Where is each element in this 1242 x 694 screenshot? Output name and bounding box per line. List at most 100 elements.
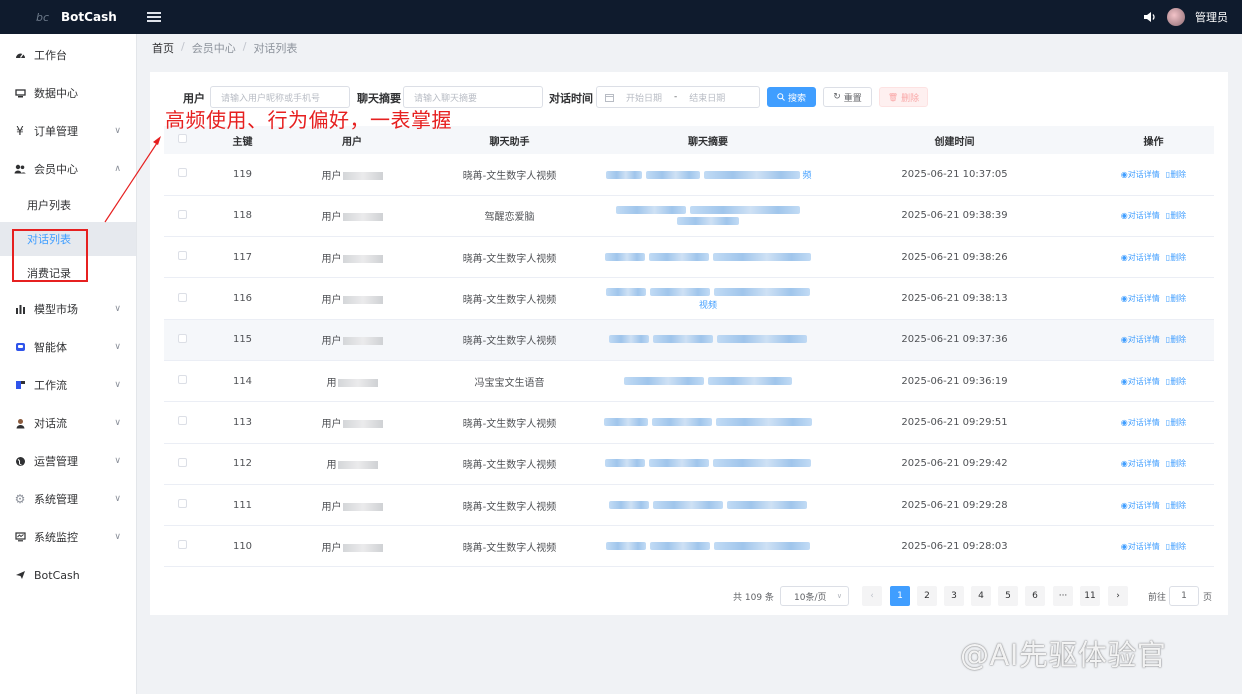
page-ellipsis[interactable]: ··· [1053,586,1073,606]
row-checkbox[interactable] [177,168,187,178]
delete-link[interactable]: ▯删除 [1166,335,1186,344]
chat-detail-link[interactable]: ◉对话详情 [1121,459,1160,468]
sidebar-subitem-user-list[interactable]: 用户列表 [0,188,136,222]
row-checkbox[interactable] [177,457,187,467]
chat-detail-link[interactable]: ◉对话详情 [1121,294,1160,303]
redacted-text [342,171,383,180]
page-button[interactable]: 5 [998,586,1018,606]
prev-page-button[interactable]: ‹ [862,586,882,606]
redacted-text [649,252,709,261]
select-cell[interactable] [164,401,200,444]
delete-link[interactable]: ▯删除 [1166,501,1186,510]
reset-button[interactable]: ↻ 重置 [823,87,872,107]
select-cell[interactable] [164,484,200,527]
chevron-down-icon: ∨ [114,418,121,428]
breadcrumb-home[interactable]: 首页 [152,40,174,56]
user-name[interactable]: 管理员 [1195,9,1228,25]
delete-link[interactable]: ▯删除 [1166,294,1186,303]
select-cell[interactable] [164,277,200,320]
eye-icon: ◉ [1120,417,1128,427]
row-checkbox[interactable] [177,416,187,426]
next-page-button[interactable]: › [1108,586,1128,606]
delete-link[interactable]: ▯删除 [1166,377,1186,386]
select-cell[interactable] [164,236,200,279]
sidebar-item-operations[interactable]: 运营管理 ∨ [0,442,136,480]
avatar[interactable] [1167,8,1185,26]
table-row[interactable]: 117 用户 晓苒-文生数字人视频 2025-06-21 09:38:26 ◉对话详情 ▯… [164,236,1214,279]
chat-detail-link[interactable]: ◉对话详情 [1121,542,1160,551]
eye-icon: ◉ [1120,294,1128,304]
row-checkbox[interactable] [177,540,187,550]
row-checkbox[interactable] [177,333,187,343]
page-button[interactable]: 1 [890,586,910,606]
sidebar-item-chatflow[interactable]: 对话流 ∨ [0,404,136,442]
delete-link[interactable]: ▯删除 [1166,211,1186,220]
brand[interactable]: bc BotCash [0,10,137,24]
sidebar-item-botcash[interactable]: BotCash [0,556,136,594]
chat-detail-link[interactable]: ◉对话详情 [1121,335,1160,344]
sidebar-item-dashboard[interactable]: 工作台 [0,36,136,74]
menu-toggle-icon[interactable] [147,12,161,22]
sidebar-item-system-management[interactable]: ⚙ 系统管理 ∨ [0,480,136,518]
chat-detail-link[interactable]: ◉对话详情 [1121,501,1160,510]
row-checkbox[interactable] [177,251,187,261]
actions-cell: ◉对话详情 ▯删除 [1093,443,1214,485]
end-date-input[interactable]: 结束日期 [689,91,725,104]
select-cell[interactable] [164,360,200,403]
chat-detail-link[interactable]: ◉对话详情 [1121,253,1160,262]
sidebar-item-data-center[interactable]: 数据中心 [0,74,136,112]
sidebar-item-model-market[interactable]: 模型市场 ∨ [0,290,136,328]
sidebar-item-label: 智能体 [34,341,67,354]
redacted-text [650,287,710,296]
table-row[interactable]: 111 用户 晓苒-文生数字人视频 2025-06-21 09:29:28 ◉对话详情 ▯… [164,484,1214,527]
table-row[interactable]: 110 用户 晓苒-文生数字人视频 2025-06-21 09:28:03 ◉对话详情 ▯… [164,525,1214,568]
redacted-text [342,502,383,511]
breadcrumb-member-center[interactable]: 会员中心 [192,40,236,56]
sidebar-item-orders[interactable]: ¥ 订单管理 ∨ [0,112,136,150]
search-button[interactable]: 搜索 [767,87,816,107]
page-button[interactable]: 2 [917,586,937,606]
goto-page-input[interactable]: 1 [1169,586,1199,606]
page-button[interactable]: 11 [1080,586,1100,606]
select-cell[interactable] [164,443,200,485]
table-row[interactable]: 113 用户 晓苒-文生数字人视频 2025-06-21 09:29:51 ◉对话详情 ▯… [164,401,1214,444]
delete-link[interactable]: ▯删除 [1166,459,1186,468]
delete-link[interactable]: ▯删除 [1166,253,1186,262]
row-checkbox[interactable] [177,209,187,219]
assistant-cell: 晓苒-文生数字人视频 [419,525,600,568]
select-cell[interactable] [164,319,200,361]
select-cell[interactable] [164,525,200,568]
breadcrumb: 首页 / 会员中心 / 对话列表 [152,40,297,56]
chat-detail-link[interactable]: ◉对话详情 [1121,418,1160,427]
table-row[interactable]: 118 用户 驾醒恋爱脑 2025-06-21 09:38:39 ◉对话详情 ▯删除 [164,195,1214,238]
table-row[interactable]: 112 用 晓苒-文生数字人视频 2025-06-21 09:29:42 ◉对话详情 ▯删… [164,443,1214,485]
row-checkbox[interactable] [177,499,187,509]
page-button[interactable]: 3 [944,586,964,606]
table-row[interactable]: 119 用户 晓苒-文生数字人视频频 2025-06-21 10:37:05 ◉对话详情… [164,154,1214,196]
chat-detail-link[interactable]: ◉对话详情 [1121,170,1160,179]
table-row[interactable]: 114 用 冯宝宝文生语音 2025-06-21 09:36:19 ◉对话详情 ▯删除 [164,360,1214,403]
chat-detail-link[interactable]: ◉对话详情 [1121,211,1160,220]
table-row[interactable]: 116 用户 晓苒-文生数字人视频 视频 2025-06-21 09:38:13 ◉对话详… [164,277,1214,320]
row-checkbox[interactable] [177,375,187,385]
start-date-input[interactable]: 开始日期 [626,91,662,104]
row-checkbox[interactable] [177,292,187,302]
batch-delete-button[interactable]: 🗑 删除 [879,87,928,107]
delete-link[interactable]: ▯删除 [1166,170,1186,179]
sidebar-item-agent[interactable]: 智能体 ∨ [0,328,136,366]
sidebar-item-member-center[interactable]: 会员中心 ∧ [0,150,136,188]
delete-link[interactable]: ▯删除 [1166,542,1186,551]
speaker-icon[interactable] [1143,11,1157,23]
page-size-select[interactable]: 10条/页 ∨ [780,586,849,606]
select-cell[interactable] [164,195,200,238]
sidebar-item-system-monitor[interactable]: 系统监控 ∨ [0,518,136,556]
page-button[interactable]: 4 [971,586,991,606]
sidebar-item-workflow[interactable]: 工作流 ∨ [0,366,136,404]
page-button[interactable]: 6 [1025,586,1045,606]
chat-detail-link[interactable]: ◉对话详情 [1121,377,1160,386]
select-all-checkbox[interactable] [177,134,187,143]
delete-link[interactable]: ▯删除 [1166,418,1186,427]
date-range-picker[interactable]: 开始日期 - 结束日期 [596,86,760,108]
select-cell[interactable] [164,154,200,196]
table-row[interactable]: 115 用户 晓苒-文生数字人视频 2025-06-21 09:37:36 ◉对话详情 ▯… [164,319,1214,361]
